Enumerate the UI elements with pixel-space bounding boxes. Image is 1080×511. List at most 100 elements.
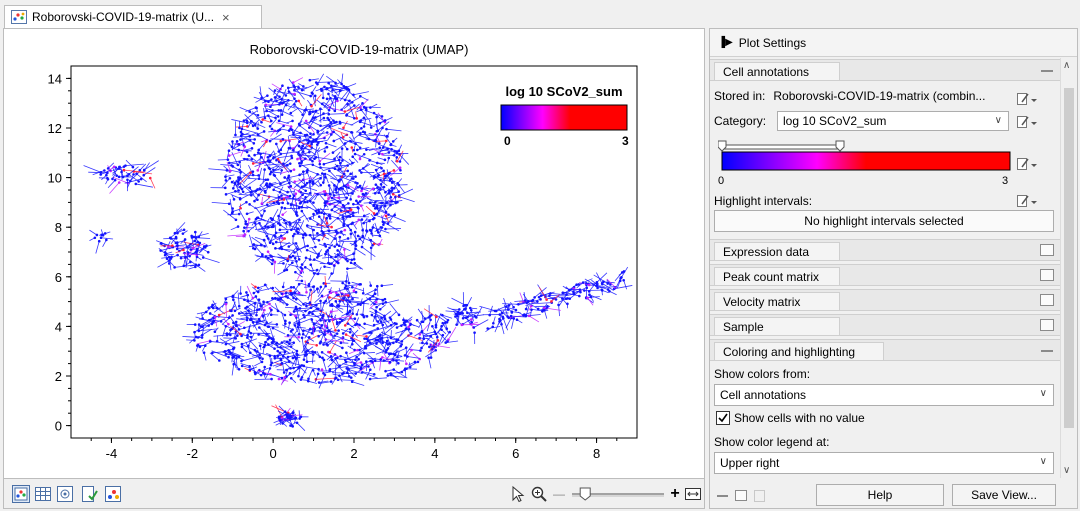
select-tool-icon[interactable]	[509, 485, 527, 503]
settings-scrollbar[interactable]: ∧ ∨	[1060, 58, 1077, 478]
velocity-arrow	[236, 318, 248, 321]
scrollbar-thumb[interactable]	[1064, 88, 1074, 428]
cell-point	[173, 266, 176, 269]
chevron-down-icon[interactable]: ∨	[1063, 465, 1070, 476]
save-view-button[interactable]: Save View...	[952, 484, 1056, 506]
fit-width-icon[interactable]	[684, 485, 702, 503]
velocity-arrow	[225, 341, 240, 345]
folder-icon[interactable]	[735, 490, 747, 501]
section-coloring-highlighting[interactable]: Coloring and highlighting	[710, 339, 1060, 361]
velocity-arrow	[511, 318, 515, 329]
plot-settings-header[interactable]: ▐▶ Plot Settings	[710, 29, 1077, 57]
umap-scatter-plot[interactable]: Roborovski-COVID-19-matrix (UMAP) -4 -2 0 2…	[4, 29, 704, 478]
cell-point	[383, 158, 387, 162]
cell-point	[289, 286, 293, 289]
velocity-arrow	[232, 296, 248, 301]
folder-icon[interactable]	[1040, 269, 1054, 281]
cell-point	[252, 291, 256, 295]
cell-point	[382, 185, 386, 189]
cell-point	[289, 289, 292, 293]
cell-point	[269, 372, 272, 376]
edit-menu-icon[interactable]	[1016, 91, 1038, 107]
cell-point	[236, 225, 240, 228]
section-tab-expression-data[interactable]: Expression data	[714, 242, 840, 260]
document-tab[interactable]: Roborovski-COVID-19-matrix (U... ×	[4, 5, 262, 28]
cell-point	[331, 151, 335, 154]
zoom-out-button[interactable]: —	[552, 484, 566, 504]
section-cell-annotations[interactable]: Cell annotations	[710, 59, 1060, 81]
velocity-arrow	[268, 111, 279, 117]
category-select[interactable]: log 10 SCoV2_sum ∨	[777, 111, 1009, 131]
velocity-arrow	[384, 222, 400, 232]
show-no-value-checkbox[interactable]	[716, 411, 730, 425]
folder-icon[interactable]	[1040, 319, 1054, 331]
section-expression-data[interactable]: Expression data	[710, 239, 1060, 261]
velocity-arrow	[322, 256, 332, 259]
zoom-in-button[interactable]: +	[668, 484, 682, 504]
collapse-panel-icon[interactable]: ▐▶	[718, 37, 733, 48]
highlight-intervals-box[interactable]: No highlight intervals selected	[714, 210, 1054, 232]
folder-icon[interactable]	[1040, 294, 1054, 306]
help-button[interactable]: Help	[816, 484, 944, 506]
velocity-arrow	[277, 155, 292, 159]
cell-point	[239, 185, 242, 189]
cell-point	[512, 317, 516, 320]
cell-point	[343, 248, 346, 251]
velocity-arrow	[399, 188, 414, 196]
cell-point	[258, 326, 261, 329]
cell-point	[243, 145, 247, 149]
cell-point	[309, 263, 313, 267]
edit-menu-icon[interactable]	[1016, 193, 1038, 209]
close-tab-icon[interactable]: ×	[222, 10, 230, 25]
cell-point	[388, 360, 392, 364]
zoom-slider[interactable]	[570, 487, 666, 501]
matrix-icon[interactable]	[56, 485, 74, 503]
cell-point	[243, 233, 247, 236]
collapse-section-icon[interactable]	[1040, 344, 1054, 356]
table-icon[interactable]	[34, 485, 52, 503]
cell-point	[362, 152, 366, 156]
cell-point	[296, 227, 300, 231]
velocity-arrow	[319, 152, 331, 162]
edit-menu-icon[interactable]	[1016, 114, 1038, 130]
cell-point	[95, 233, 99, 237]
cell-point	[336, 378, 340, 382]
section-sample[interactable]: Sample	[710, 314, 1060, 336]
cell-point	[325, 87, 329, 91]
edit-menu-icon[interactable]	[1016, 156, 1038, 172]
section-tab-velocity-matrix[interactable]: Velocity matrix	[714, 292, 840, 310]
section-tab-peak-count-matrix[interactable]: Peak count matrix	[714, 267, 840, 285]
section-tab-coloring-highlighting[interactable]: Coloring and highlighting	[714, 342, 884, 360]
cell-point	[585, 286, 588, 290]
cell-point	[315, 307, 319, 310]
show-no-value-row[interactable]: Show cells with no value	[716, 411, 865, 425]
scale-range-track[interactable]	[721, 144, 841, 150]
section-velocity-matrix[interactable]: Velocity matrix	[710, 289, 1060, 311]
cell-point	[294, 192, 298, 196]
chevron-up-icon[interactable]: ∧	[1063, 60, 1070, 71]
cell-point	[608, 289, 611, 293]
cell-point	[290, 228, 293, 232]
legend-at-select[interactable]: Upper right ∨	[714, 452, 1054, 474]
section-peak-count-matrix[interactable]: Peak count matrix	[710, 264, 1060, 286]
zoom-slider-thumb[interactable]	[579, 487, 591, 501]
zoom-tool-icon[interactable]	[530, 485, 548, 503]
folder-icon[interactable]	[1040, 244, 1054, 256]
collapse-section-icon[interactable]	[1040, 64, 1054, 76]
cell-point	[226, 158, 230, 161]
view-plot-icon[interactable]	[12, 485, 30, 503]
image-icon[interactable]	[104, 485, 122, 503]
cell-point	[277, 202, 281, 206]
section-tab-cell-annotations[interactable]: Cell annotations	[714, 62, 840, 80]
cell-point	[362, 221, 365, 225]
plot-pane[interactable]: Roborovski-COVID-19-matrix (UMAP) -4 -2 0 2…	[3, 28, 705, 479]
cell-point	[234, 218, 238, 222]
cell-point	[251, 173, 255, 177]
velocity-arrow	[340, 329, 351, 333]
checklist-icon[interactable]	[80, 485, 98, 503]
show-colors-select[interactable]: Cell annotations ∨	[714, 384, 1054, 406]
section-tab-sample[interactable]: Sample	[714, 317, 840, 335]
velocity-arrow	[236, 358, 238, 370]
color-scale-editor[interactable]: 0 3	[718, 138, 1018, 190]
velocity-arrow	[220, 164, 232, 166]
